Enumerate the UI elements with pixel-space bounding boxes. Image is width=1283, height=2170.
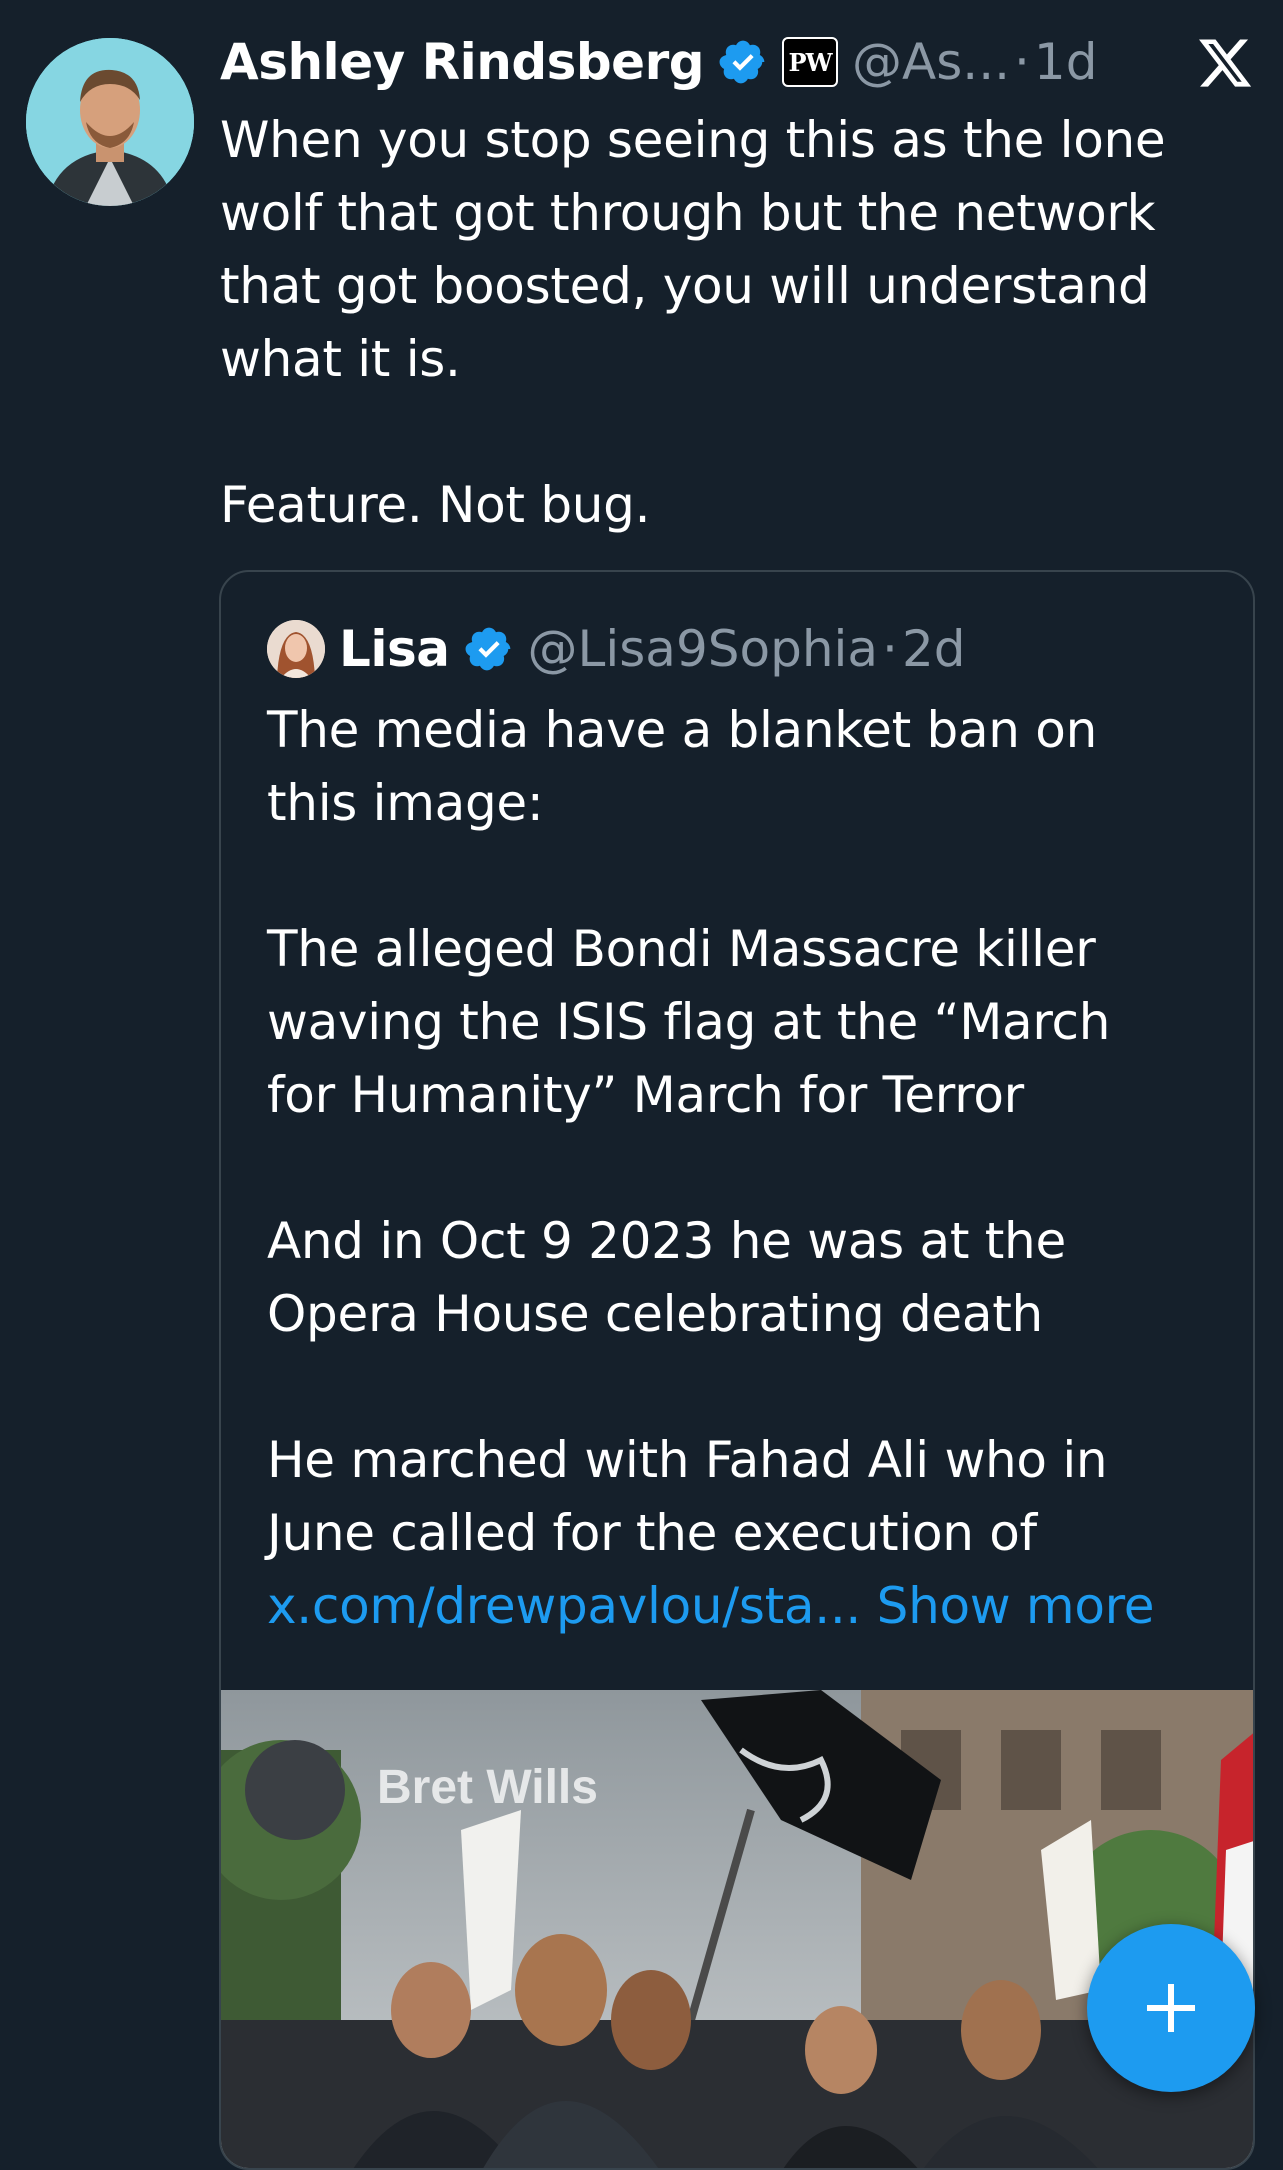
quoted-paragraph: The alleged Bondi Massacre killer waving…	[267, 920, 1111, 1124]
affiliation-badge[interactable]: PW	[782, 37, 839, 87]
quoted-author-name[interactable]: Lisa	[339, 620, 450, 678]
quoted-tweet-timestamp[interactable]: 2d	[902, 620, 966, 678]
verified-badge-icon	[465, 627, 510, 671]
quoted-link[interactable]: x.com/drewpavlou/sta...	[267, 1577, 861, 1635]
author-handle[interactable]: @As...	[852, 33, 1010, 91]
compose-button[interactable]	[1087, 1924, 1255, 2092]
tweet-paragraph: Feature. Not bug.	[220, 476, 651, 534]
quoted-paragraph: He marched with Fahad Ali who in June ca…	[267, 1431, 1108, 1562]
x-logo-icon[interactable]	[1196, 34, 1254, 92]
quoted-media-image[interactable]: Bret Wills	[221, 1690, 1253, 2168]
quoted-author-avatar[interactable]	[267, 620, 325, 678]
quoted-paragraph: The media have a blanket ban on this ima…	[267, 701, 1097, 832]
separator-dot: ·	[1013, 33, 1030, 91]
verified-badge-icon	[719, 40, 765, 84]
tweet-text: When you stop seeing this as the lone wo…	[220, 104, 1220, 542]
quoted-paragraph: And in Oct 9 2023 he was at the Opera Ho…	[267, 1212, 1066, 1343]
quoted-tweet-header: Lisa @Lisa9Sophia · 2d	[267, 618, 966, 680]
quoted-tweet-text: The media have a blanket ban on this ima…	[267, 694, 1217, 1643]
photo-watermark: Bret Wills	[377, 1761, 598, 1814]
author-name[interactable]: Ashley Rindsberg	[220, 33, 705, 91]
tweet-header: Ashley Rindsberg PW @As... · 1d	[220, 26, 1097, 98]
separator-dot: ·	[882, 620, 898, 678]
show-more-link[interactable]: Show more	[877, 1577, 1155, 1635]
tweet-timestamp[interactable]: 1d	[1034, 33, 1098, 91]
quoted-link-line: x.com/drewpavlou/sta... Show more	[267, 1570, 1217, 1643]
plus-icon	[1147, 1984, 1195, 2032]
author-avatar[interactable]	[26, 38, 194, 206]
quoted-author-handle[interactable]: @Lisa9Sophia	[528, 620, 879, 678]
quoted-tweet-card[interactable]: Lisa @Lisa9Sophia · 2d The media have a …	[219, 570, 1255, 2170]
tweet-paragraph: When you stop seeing this as the lone wo…	[220, 111, 1166, 388]
